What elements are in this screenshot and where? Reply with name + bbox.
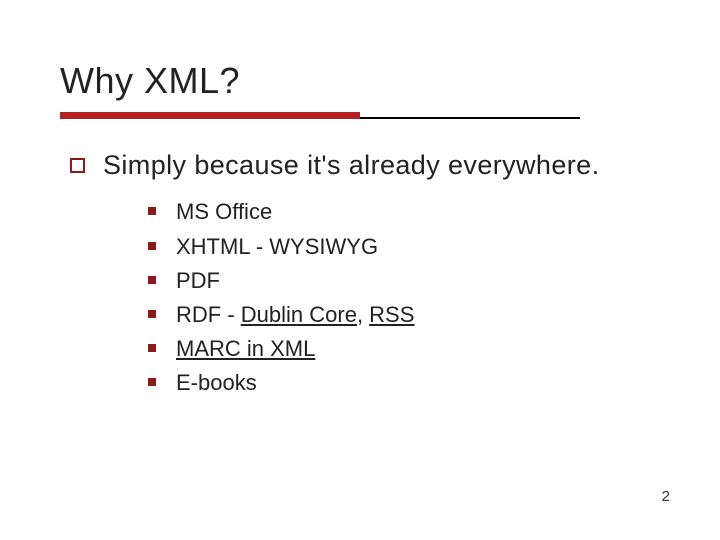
filled-square-icon xyxy=(148,378,156,386)
hyperlink[interactable]: Dublin Core xyxy=(241,302,357,327)
hollow-square-icon xyxy=(70,158,85,173)
filled-square-icon xyxy=(148,276,156,284)
sub-bullet-text: E-books xyxy=(176,366,257,400)
title-rule xyxy=(60,112,580,119)
main-bullet-text: Simply because it's already everywhere. xyxy=(103,147,599,183)
sub-bullet-text: MARC in XML xyxy=(176,332,315,366)
slide-body: Simply because it's already everywhere. … xyxy=(60,147,660,400)
hyperlink[interactable]: MARC in XML xyxy=(176,336,315,361)
list-item: RDF - Dublin Core, RSS xyxy=(148,298,660,332)
page-number: 2 xyxy=(662,488,670,505)
main-bullet-row: Simply because it's already everywhere. xyxy=(70,147,660,183)
hyperlink[interactable]: RSS xyxy=(369,302,414,327)
list-item: PDF xyxy=(148,264,660,298)
filled-square-icon xyxy=(148,310,156,318)
slide: Why XML? Simply because it's already eve… xyxy=(0,0,720,540)
sub-bullet-text: RDF - Dublin Core, RSS xyxy=(176,298,414,332)
filled-square-icon xyxy=(148,207,156,215)
filled-square-icon xyxy=(148,344,156,352)
list-item: MS Office xyxy=(148,195,660,229)
sub-bullet-text: PDF xyxy=(176,264,220,298)
sub-bullet-text: XHTML - WYSIWYG xyxy=(176,230,378,264)
sub-bullet-list: MS Office XHTML - WYSIWYG PDF RDF - Dubl… xyxy=(70,195,660,400)
sub-bullet-text: MS Office xyxy=(176,195,272,229)
list-item: XHTML - WYSIWYG xyxy=(148,230,660,264)
slide-title: Why XML? xyxy=(60,60,660,102)
filled-square-icon xyxy=(148,242,156,250)
list-item: MARC in XML xyxy=(148,332,660,366)
rule-red-bar xyxy=(60,112,360,119)
list-item: E-books xyxy=(148,366,660,400)
